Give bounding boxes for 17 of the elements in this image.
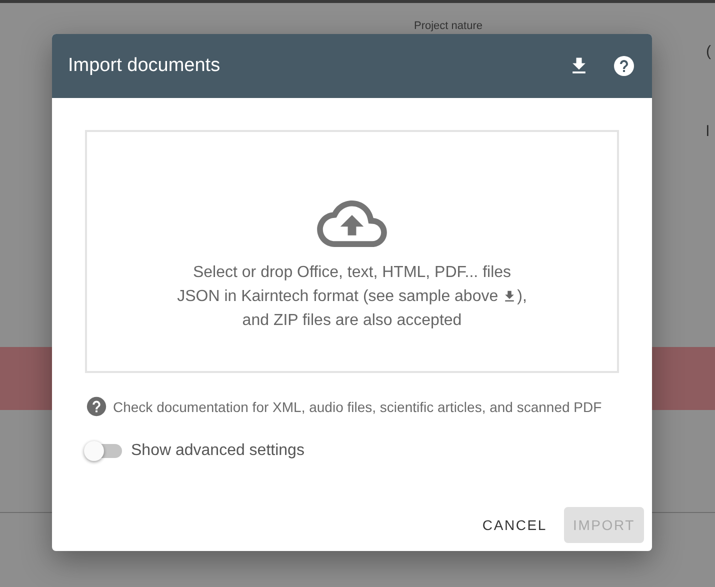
file-drop-zone[interactable]: Select or drop Office, text, HTML, PDF... files JSON in Kairntech format (see sample above ), and ZIP files are also accepted [85, 130, 619, 373]
upload-instructions: and ZIP files are also accepted [242, 310, 462, 330]
cancel-button[interactable]: CANCEL [473, 507, 556, 543]
toggle-label: Show advanced settings [131, 442, 304, 460]
upload-instructions: JSON in Kairntech format (see sample above [177, 286, 498, 306]
partial-text: l [706, 123, 710, 140]
documentation-link[interactable]: Check documentation for XML, audio files, scientific articles, and scanned PDF [113, 398, 602, 414]
field-label: Project nature [414, 20, 482, 33]
partial-text: ( [706, 43, 711, 60]
cloud-upload-icon [317, 198, 387, 246]
help-button[interactable] [612, 54, 636, 78]
upload-instructions: Select or drop Office, text, HTML, PDF... files [192, 262, 512, 282]
help-icon [612, 54, 636, 78]
upload-instructions: ), [517, 286, 527, 306]
help-icon [85, 395, 108, 418]
dialog-title: Import documents [68, 55, 222, 77]
advanced-settings-toggle[interactable] [85, 444, 122, 458]
